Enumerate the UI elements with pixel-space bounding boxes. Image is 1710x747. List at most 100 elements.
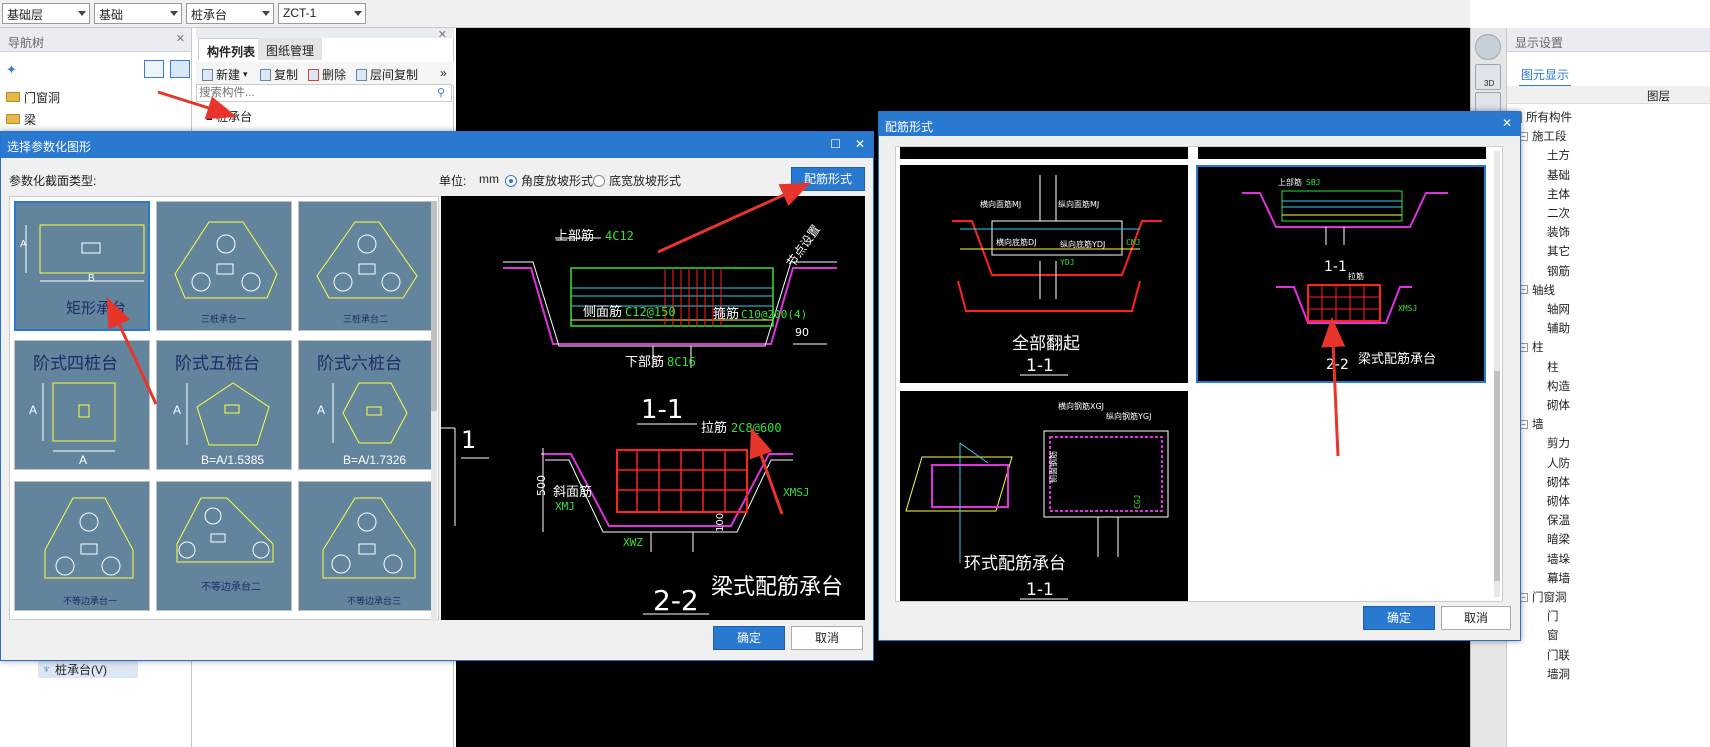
shape-three-pile-cap-1[interactable]: 三桩承台一 (156, 201, 292, 331)
layer-row[interactable]: 人防 (1547, 454, 1570, 472)
layer-label: 其它 (1547, 246, 1570, 259)
section-label: 1-1 (1026, 356, 1054, 376)
tab-component-list[interactable]: 构件列表 (198, 38, 265, 60)
floor-combo[interactable]: 基础层 (2, 3, 90, 24)
globe-icon[interactable] (1475, 34, 1501, 60)
layer-row[interactable]: − 施工段 (1519, 127, 1567, 145)
slope-rebar-label: 斜面筋 (553, 484, 592, 500)
layer-row[interactable]: 砌体 (1547, 473, 1570, 491)
layer-row[interactable]: 辅助 (1547, 319, 1570, 337)
rebar-form-full-bendup[interactable]: 横向面筋MJ 纵向面筋MJ 横向底筋DJ 纵向底筋YDJ CMJ YDJ 全部翻… (900, 165, 1188, 383)
shape-stepped-six-pile[interactable]: 阶式六桩台 A B=A/1.7326 (298, 340, 434, 470)
cancel-button[interactable]: 取消 (1441, 606, 1511, 630)
layer-row[interactable]: 保温 (1547, 511, 1570, 529)
tab-drawing-management[interactable]: 图纸管理 (258, 38, 323, 60)
grid-view-icon[interactable] (170, 60, 190, 78)
3d-view-icon[interactable]: 3D (1475, 64, 1501, 90)
layer-label: 砌体 (1547, 496, 1570, 508)
shape-unequal-cap-1[interactable]: 不等边承台一 (14, 481, 150, 611)
shape-stepped-five-pile[interactable]: 阶式五桩台 A B=A/1.5385 (156, 340, 292, 470)
panel-strip (196, 28, 454, 38)
layer-row[interactable]: 二次 (1547, 204, 1570, 222)
layer-row[interactable]: 暗梁 (1547, 530, 1570, 548)
tab-element-display[interactable]: 图元显示 (1519, 64, 1572, 87)
rebar-form-ring-cap[interactable]: 横向钢筋XGJ 纵向钢筋YGJ 侧面钢筋 CGJ 环式配筋承台 1-1 (900, 391, 1188, 601)
layer-row[interactable]: 柱 (1547, 358, 1559, 376)
component-tree-root[interactable]: ◢ 桩承台 (206, 107, 252, 125)
search-icon[interactable]: ⚲ (437, 86, 445, 99)
width-slope-radio[interactable]: 底宽放坡形式 (593, 172, 681, 189)
layer-row[interactable]: 幕墙 (1547, 569, 1570, 587)
layer-row[interactable]: 墙垛 (1547, 550, 1570, 568)
component-combo[interactable]: ZCT-1 (278, 3, 366, 24)
close-icon[interactable]: ✕ (1502, 116, 1512, 130)
display-header: 显示设置 (1507, 28, 1710, 52)
layer-row[interactable]: 主体 (1547, 185, 1570, 203)
copy-between-floors-button[interactable]: 层间复制 (356, 66, 418, 83)
3d-label: 3D (1484, 79, 1495, 88)
layer-row[interactable]: 剪力 (1547, 434, 1570, 452)
copy-button[interactable]: 复制 (260, 66, 298, 83)
search-input[interactable] (197, 85, 417, 101)
layer-row[interactable]: 窗 (1547, 626, 1559, 644)
ok-button[interactable]: 确定 (1363, 606, 1435, 630)
layer-col-header: 图层 (1507, 86, 1710, 104)
rebar-form-gallery: 横向面筋MJ 纵向面筋MJ 横向底筋DJ 纵向底筋YDJ CMJ YDJ 全部翻… (895, 146, 1503, 602)
shape-three-pile-cap-2[interactable]: 三桩承台二 (298, 201, 434, 331)
list-view-icon[interactable] (144, 60, 164, 78)
ok-button[interactable]: 确定 (713, 626, 785, 650)
bottom-rebar-label: 下部筋 (625, 354, 664, 370)
close-icon[interactable]: ✕ (438, 28, 447, 41)
pin-icon[interactable]: ✦ (6, 62, 17, 78)
angle-slope-radio[interactable]: 角度放坡形式 (505, 172, 593, 189)
new-icon (202, 68, 213, 81)
slope-rebar-value: XMJ (555, 500, 575, 513)
layer-row[interactable]: 轴网 (1547, 300, 1570, 318)
nav-item-door-window[interactable]: 门窗洞 (6, 88, 60, 106)
nav-item-pile-cap[interactable]: ♆ 桩承台(V) (38, 660, 138, 678)
shape-unequal-cap-3[interactable]: 不等边承台三 (298, 481, 434, 611)
shape-unequal-cap-2[interactable]: 不等边承台二 (156, 481, 292, 611)
grid-scrollbar[interactable] (431, 201, 437, 621)
shape-rect-cap[interactable]: A B 矩形承台 (14, 201, 150, 331)
layer-row[interactable]: 土方 (1547, 146, 1570, 164)
layer-row[interactable]: 砌体 (1547, 492, 1570, 510)
new-button[interactable]: 新建 ▾ (202, 66, 248, 83)
collapse-icon: ◢ (206, 111, 213, 121)
section-2-2-label: 2-2 (653, 584, 699, 617)
top-rebar-label: 上部筋 (555, 228, 594, 244)
rebar-form-button[interactable]: 配筋形式 (791, 167, 865, 191)
layer-row[interactable]: 钢筋 (1547, 262, 1570, 280)
layer-row[interactable]: 砌体 (1547, 396, 1570, 414)
layer-label: 所有构件 (1526, 112, 1572, 124)
shape-name: 三桩承台一 (201, 314, 247, 324)
dim-label: A (79, 453, 88, 467)
more-icon[interactable]: » (440, 66, 447, 80)
category-combo[interactable]: 基础 (94, 3, 182, 24)
side-rebar-label: 侧面筋 (583, 304, 622, 320)
dim-500-label: 500 (535, 475, 548, 496)
shape-stepped-four-pile[interactable]: 阶式四桩台 A A (14, 340, 150, 470)
cancel-button[interactable]: 取消 (791, 626, 863, 650)
layer-row[interactable]: 门联 (1547, 646, 1570, 664)
gallery-scrollbar[interactable] (1494, 151, 1500, 597)
type-combo[interactable]: 桩承台 (186, 3, 274, 24)
layer-row[interactable]: − 轴线 (1519, 281, 1555, 299)
layer-row[interactable]: 装饰 (1547, 223, 1570, 241)
stirrup-label: 箍筋 (713, 306, 739, 322)
close-icon[interactable]: ✕ (176, 32, 185, 45)
layer-row[interactable]: 构造 (1547, 377, 1570, 395)
layer-row[interactable]: 墙洞 (1547, 665, 1570, 683)
maximize-icon[interactable]: ☐ (830, 137, 841, 151)
layer-label: 剪力 (1547, 438, 1570, 451)
delete-button[interactable]: 删除 (308, 66, 346, 83)
layer-row[interactable]: − 柱 (1519, 338, 1544, 356)
nav-item-beam[interactable]: 梁 (6, 110, 36, 128)
layer-row[interactable]: − 门窗洞 (1519, 588, 1567, 606)
layer-row[interactable]: − 墙 (1519, 415, 1544, 433)
rebar-form-beam-cap[interactable]: 上部筋 SBJ 拉筋 XMSJ 1-1 2-2 梁式配筋承台 (1196, 165, 1486, 383)
layer-row[interactable]: 门 (1547, 607, 1559, 625)
layer-row[interactable]: 基础 (1547, 166, 1570, 184)
layer-row[interactable]: 其它 (1547, 242, 1570, 260)
close-icon[interactable]: ✕ (855, 137, 865, 151)
